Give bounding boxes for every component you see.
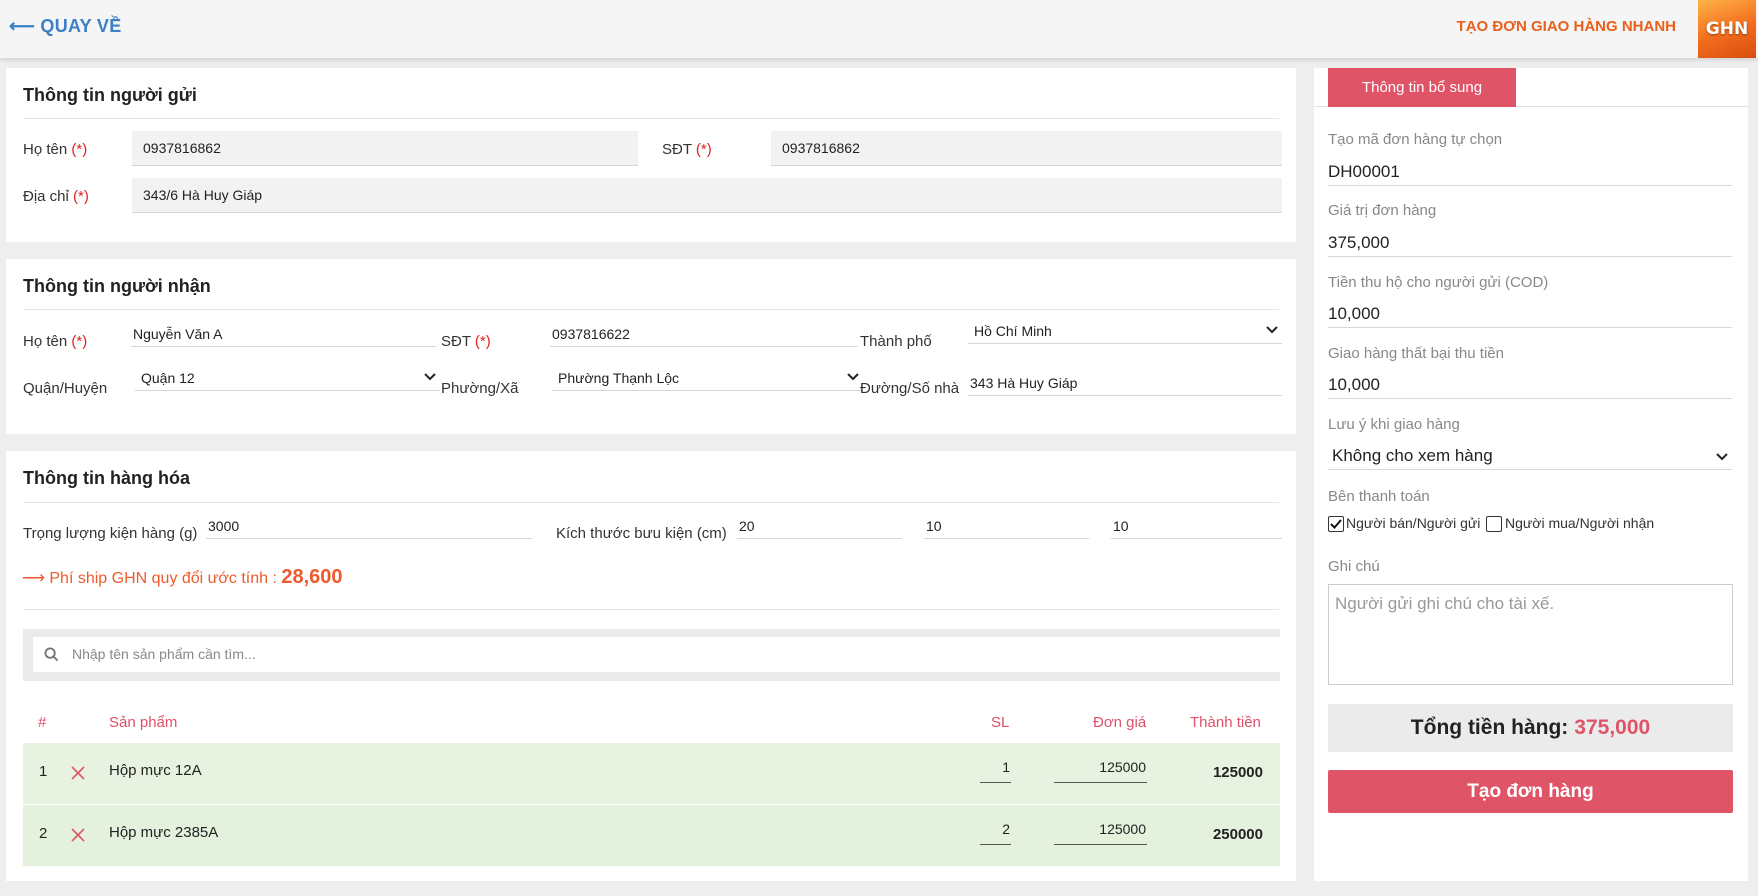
- order-code-input[interactable]: DH00001: [1328, 158, 1732, 186]
- checkmark-icon: [1330, 519, 1342, 529]
- payer-buyer-label: Người mua/Người nhận: [1505, 515, 1655, 531]
- fail-fee-input[interactable]: 10,000: [1328, 371, 1732, 399]
- close-icon[interactable]: [71, 828, 85, 842]
- receiver-phone-input[interactable]: 0937816622: [550, 321, 858, 347]
- col-price-header: Đơn giá: [1093, 714, 1147, 731]
- cod-label: Tiền thu hộ cho người gửi (COD): [1328, 274, 1549, 291]
- sender-phone-input[interactable]: 0937816862: [771, 131, 1282, 166]
- order-value-label: Giá trị đơn hàng: [1328, 202, 1437, 219]
- row-price-input[interactable]: 125000: [1054, 821, 1147, 845]
- row-qty-input[interactable]: 2: [980, 821, 1011, 845]
- ship-fee-estimate: ⟶ Phí ship GHN quy đổi ước tính : 28,600: [22, 566, 343, 589]
- row-total: 125000: [1212, 764, 1263, 781]
- create-order-button[interactable]: Tạo đơn hàng: [1328, 770, 1733, 813]
- remark-textarea[interactable]: Người gửi ghi chú cho tài xế.: [1328, 584, 1733, 685]
- chevron-down-icon: [1716, 453, 1728, 461]
- receiver-title: Thông tin người nhận: [23, 276, 211, 296]
- row-total: 250000: [1212, 826, 1263, 843]
- payer-buyer-checkbox[interactable]: [1486, 516, 1502, 532]
- row-index: 1: [39, 763, 48, 780]
- col-qty-header: SL: [991, 714, 1010, 731]
- receiver-district-value: Quận 12: [141, 369, 195, 386]
- payer-seller-checkbox[interactable]: [1328, 516, 1344, 532]
- chevron-down-icon: [1266, 326, 1278, 334]
- sender-address-input[interactable]: 343/6 Hà Huy Giáp: [132, 178, 1282, 213]
- receiver-ward-value: Phường Thạnh Lộc: [558, 369, 680, 386]
- receiver-city-label: Thành phố: [860, 333, 932, 350]
- receiver-street-label: Đường/Số nhà: [860, 380, 960, 397]
- brand-title: TẠO ĐƠN GIAO HÀNG NHANH: [1456, 18, 1676, 35]
- row-index: 2: [39, 825, 48, 842]
- receiver-name-input[interactable]: Nguyễn Văn A: [131, 321, 436, 347]
- divider: [23, 609, 1279, 610]
- sender-name-input[interactable]: 0937816862: [132, 131, 638, 166]
- top-bar: ⟵ QUAY VỀ TẠO ĐƠN GIAO HÀNG NHANH GHN: [0, 0, 1758, 58]
- product-search-bar: Nhập tên sản phẩm cần tìm...: [23, 629, 1280, 681]
- sender-title: Thông tin người gửi: [23, 85, 197, 105]
- receiver-district-select[interactable]: Quận 12: [135, 365, 440, 391]
- receiver-phone-label: SĐT (*): [441, 333, 491, 350]
- sender-phone-label: SĐT (*): [662, 141, 712, 158]
- payer-seller-label: Người bán/Người gửi: [1346, 515, 1481, 531]
- sender-name-label: Họ tên (*): [23, 141, 88, 158]
- divider: [23, 309, 1279, 310]
- table-row: 2 Hộp mực 2385A 2 125000 250000: [23, 805, 1280, 866]
- col-total-header: Thành tiền: [1190, 714, 1261, 731]
- chevron-down-icon: [424, 373, 436, 381]
- row-qty-input[interactable]: 1: [980, 759, 1011, 783]
- logo-text: GHN: [1705, 19, 1749, 39]
- delivery-note-select[interactable]: Không cho xem hàng: [1328, 442, 1732, 470]
- product-search-input[interactable]: Nhập tên sản phẩm cần tìm...: [33, 637, 1280, 672]
- fail-fee-label: Giao hàng thất bại thu tiền: [1328, 345, 1504, 362]
- ghn-logo: GHN: [1698, 0, 1756, 58]
- goods-title: Thông tin hàng hóa: [23, 468, 190, 488]
- total-label: Tổng tiền hàng:: [1410, 716, 1569, 739]
- height-input[interactable]: 10: [1111, 513, 1282, 539]
- receiver-street-input[interactable]: 343 Hà Huy Giáp: [968, 370, 1282, 396]
- length-input[interactable]: 20: [737, 513, 902, 539]
- ship-fee-value: 28,600: [281, 566, 343, 588]
- row-price-input[interactable]: 125000: [1054, 759, 1147, 783]
- receiver-city-select[interactable]: Hồ Chí Minh: [968, 318, 1282, 344]
- chevron-down-icon: [847, 373, 859, 381]
- search-icon: [44, 647, 59, 662]
- weight-input[interactable]: 3000: [206, 513, 532, 539]
- table-row: 1 Hộp mực 12A 1 125000 125000: [23, 743, 1280, 804]
- remark-label: Ghi chú: [1328, 558, 1380, 575]
- total-value: 375,000: [1574, 716, 1651, 739]
- tab-additional-info[interactable]: Thông tin bổ sung: [1328, 68, 1516, 107]
- sender-card: Thông tin người gửi Họ tên (*) 093781686…: [6, 68, 1296, 242]
- col-index-header: #: [38, 714, 47, 731]
- size-label: Kích thước bưu kiện (cm): [556, 525, 727, 542]
- row-product-name: Hộp mực 2385A: [109, 824, 219, 841]
- delivery-note-label: Lưu ý khi giao hàng: [1328, 416, 1460, 433]
- ship-fee-label: ⟶ Phí ship GHN quy đổi ước tính :: [22, 570, 277, 587]
- order-code-label: Tạo mã đơn hàng tự chọn: [1328, 131, 1503, 148]
- receiver-card: Thông tin người nhận Họ tên (*) Nguyễn V…: [6, 259, 1296, 434]
- cod-input[interactable]: 10,000: [1328, 300, 1732, 328]
- col-product-header: Sản phẩm: [109, 714, 178, 731]
- row-product-name: Hộp mực 12A: [109, 762, 202, 779]
- width-input[interactable]: 10: [924, 513, 1089, 539]
- receiver-district-label: Quận/Huyện: [23, 380, 108, 397]
- receiver-city-value: Hồ Chí Minh: [974, 322, 1052, 339]
- side-panel: [1314, 68, 1748, 881]
- receiver-ward-select[interactable]: Phường Thạnh Lộc: [552, 365, 863, 391]
- divider: [23, 502, 1279, 503]
- delivery-note-value: Không cho xem hàng: [1332, 445, 1493, 465]
- back-button[interactable]: ⟵ QUAY VỀ: [9, 16, 122, 37]
- close-icon[interactable]: [71, 766, 85, 780]
- order-total: Tổng tiền hàng: 375,000: [1328, 704, 1733, 752]
- weight-label: Trọng lượng kiện hàng (g): [23, 525, 198, 542]
- sender-address-label: Địa chỉ (*): [23, 188, 89, 205]
- receiver-ward-label: Phường/Xã: [441, 380, 519, 397]
- search-placeholder: Nhập tên sản phẩm cần tìm...: [72, 646, 256, 662]
- order-value-input[interactable]: 375,000: [1328, 229, 1732, 257]
- receiver-name-label: Họ tên (*): [23, 333, 88, 350]
- divider: [23, 118, 1279, 119]
- payer-label: Bên thanh toán: [1328, 488, 1430, 505]
